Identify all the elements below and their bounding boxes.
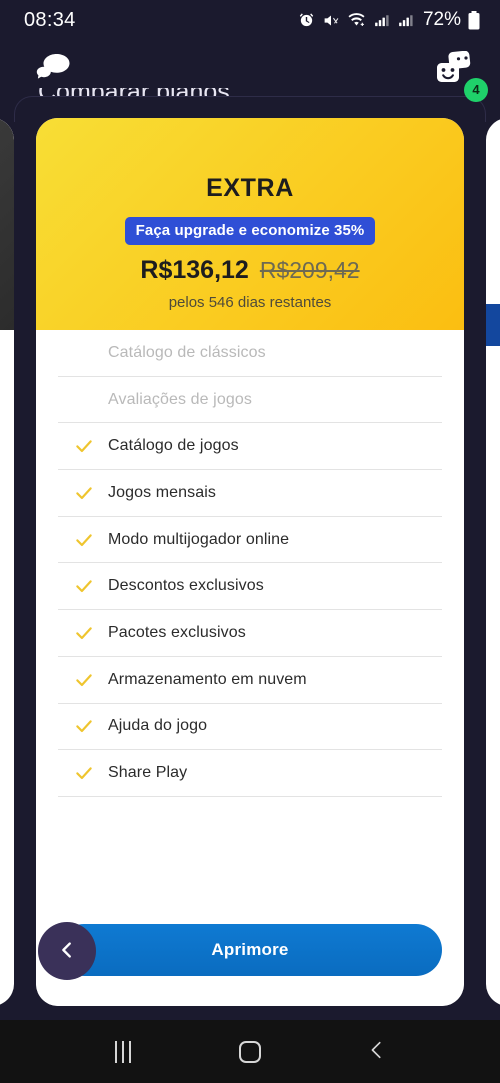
android-back-button[interactable] [342,1032,412,1072]
feature-row: Descontos exclusivos [58,563,442,611]
carousel-previous-button[interactable] [38,922,96,980]
home-icon [238,1040,261,1063]
feature-label: Avaliações de jogos [108,390,252,408]
check-icon [60,623,108,643]
status-bar: 08:34 72% [0,0,500,40]
feature-label: Catálogo de clássicos [108,343,266,361]
status-icon-group: 72% [298,9,480,31]
price-row: R$136,12 R$209,42 [140,256,359,285]
alarm-icon [298,12,315,29]
feature-label: Armazenamento em nuvem [108,670,307,688]
android-recents-button[interactable] [88,1032,158,1072]
friends-button[interactable]: 4 [432,50,488,102]
speech-bubbles-icon [34,53,76,90]
back-chevron-icon [366,1039,388,1064]
feature-list: Catálogo de clássicos Avaliações de jogos… [36,330,464,797]
check-icon [60,483,108,503]
feature-row: Avaliações de jogos [58,377,442,424]
feature-row: Catálogo de jogos [58,423,442,471]
card-footer: Aprimore [36,910,464,1006]
feature-label: Descontos exclusivos [108,577,264,595]
feature-row: Share Play [58,750,442,797]
chevron-left-icon [56,939,78,964]
plan-card-extra[interactable]: EXTRA Faça upgrade e economize 35% R$136… [36,118,464,1006]
check-icon [60,763,108,783]
feature-row: Pacotes exclusivos [58,610,442,657]
signal-icon [373,12,390,29]
price-note: pelos 546 dias restantes [168,294,332,311]
feature-row: Jogos mensais [58,470,442,517]
plan-carousel[interactable]: EXTRA Faça upgrade e economize 35% R$136… [0,118,500,1006]
feature-row: Armazenamento em nuvem [58,657,442,704]
plan-card-next-tag [486,304,500,346]
plan-header: EXTRA Faça upgrade e economize 35% R$136… [36,118,464,330]
feature-label: Ajuda do jogo [108,717,208,735]
promo-badge: Faça upgrade e economize 35% [124,217,376,245]
feature-label: Jogos mensais [108,483,217,501]
feature-label: Catálogo de jogos [108,437,239,455]
feature-row: Modo multijogador online [58,517,442,564]
check-icon [60,670,108,690]
status-time: 08:34 [24,8,76,31]
feature-row: Ajuda do jogo [58,704,442,751]
check-icon [60,530,108,550]
check-icon [60,436,108,456]
plan-card-previous[interactable] [0,118,14,1006]
mute-icon [322,12,340,29]
check-icon [60,576,108,596]
feature-row: Catálogo de clássicos [58,330,442,377]
feature-label: Pacotes exclusivos [108,623,246,641]
android-home-button[interactable] [215,1032,285,1072]
android-navigation-bar [0,1020,500,1083]
price-original: R$209,42 [259,257,360,283]
upgrade-button[interactable]: Aprimore [58,924,442,976]
battery-percent-label: 72% [422,9,461,30]
price-current: R$136,12 [140,256,249,284]
wifi-icon [347,12,366,29]
phone-screen: 08:34 72% 4 EXTRA Faça upgrade e economi… [0,0,500,1083]
plan-name: EXTRA [206,174,294,202]
plan-card-next[interactable] [486,118,500,1006]
recents-icon [115,1040,132,1063]
app-header: 4 [0,40,500,102]
plan-card-previous-header [0,118,14,330]
feature-label: Modo multijogador online [108,530,290,548]
check-icon [60,716,108,736]
feature-label: Share Play [108,764,188,782]
messages-button[interactable] [34,52,76,91]
friends-badge-count: 4 [464,77,488,102]
signal-icon [397,12,414,29]
battery-icon [468,10,480,30]
